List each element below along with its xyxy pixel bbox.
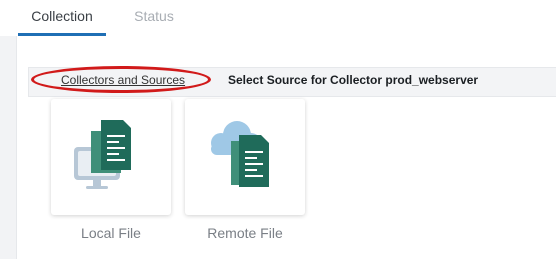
tab-status[interactable]: Status xyxy=(120,0,188,33)
tab-collection[interactable]: Collection xyxy=(18,0,106,36)
page-title: Select Source for Collector prod_webserv… xyxy=(228,73,479,87)
breadcrumb-link-collectors[interactable]: Collectors and Sources xyxy=(61,73,185,87)
local-file-icon xyxy=(74,120,131,189)
source-label-remote-file: Remote File xyxy=(207,225,283,241)
source-card-local-file[interactable] xyxy=(51,99,171,215)
source-card-remote-file[interactable] xyxy=(185,99,305,215)
tab-bar: Collection Status xyxy=(0,0,556,36)
source-label-local-file: Local File xyxy=(81,225,141,241)
remote-file-icon xyxy=(211,121,269,187)
